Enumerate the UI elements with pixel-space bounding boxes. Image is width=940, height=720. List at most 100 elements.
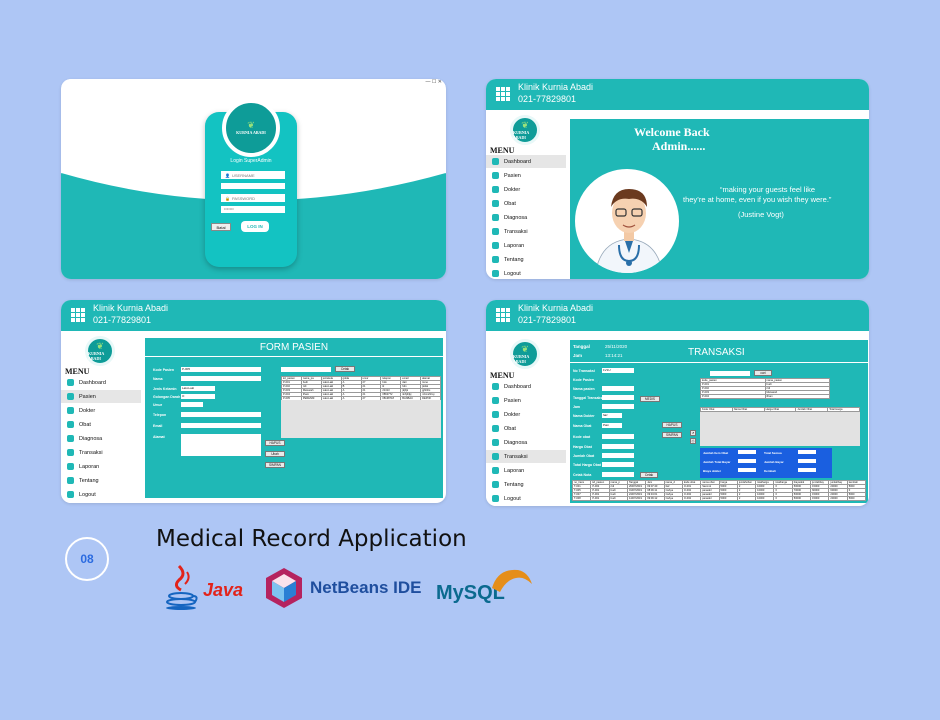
table-cell: Cahya [663, 496, 683, 501]
username-field[interactable]: 👤 USERNAME [221, 171, 285, 179]
refresh-icon[interactable]: ↺ [690, 430, 696, 436]
sidebar-item-diagnosa[interactable]: Diagnosa [61, 432, 141, 445]
kembali-input[interactable] [798, 468, 816, 472]
column-header[interactable]: Harga Obat [763, 407, 797, 412]
sidebar-item-label: Tentang [79, 477, 99, 484]
nama-input[interactable] [181, 376, 261, 381]
sidebar-item-dokter[interactable]: Dokter [61, 404, 141, 417]
sidebar-item-logout[interactable]: Logout [61, 488, 141, 501]
total-harga-obat-input[interactable] [602, 462, 634, 467]
nama-pasien-input[interactable] [602, 386, 634, 391]
clinic-phone: 021-77829801 [93, 315, 152, 325]
jumlah-obat-input[interactable] [602, 453, 634, 458]
jenis-kelamin-select[interactable]: Laki-Laki [181, 386, 215, 391]
sidebar-item-label: Dokter [79, 407, 96, 414]
table-cell: 50000 [791, 496, 812, 501]
kode-obat-input[interactable] [602, 434, 634, 439]
sidebar-item-laporan[interactable]: Laporan [61, 460, 141, 473]
table-cell: panadol [700, 496, 720, 501]
sidebar-item-pasien[interactable]: Pasien [486, 394, 566, 407]
hapus-button[interactable]: HAPUS [662, 422, 682, 428]
sidebar-item-label: Laporan [504, 467, 525, 474]
golongan-darah-select[interactable]: O [181, 394, 215, 399]
simpan-button[interactable]: SIMPAN [662, 432, 682, 438]
table-row[interactable]: T-008 P-001 budi 14/07/2019 09:09:12 Cahya O-0… [571, 496, 867, 501]
cetak-button[interactable]: Cetak [335, 366, 355, 372]
column-header[interactable]: Total Harga [827, 407, 860, 412]
sidebar-item-dashboard[interactable]: Dashboard [61, 376, 141, 389]
sidebar-item-dashboard[interactable]: Dashboard [486, 155, 566, 168]
kode-pasien-input[interactable]: P-005 [181, 367, 261, 372]
sidebar-item-transaksi[interactable]: Transaksi [486, 450, 566, 463]
sidebar-item-transaksi[interactable]: Transaksi [486, 225, 566, 238]
table-row[interactable]: P-004 ilham [700, 394, 830, 399]
ubah-button[interactable]: Ubah [265, 451, 285, 457]
sidebar-item-tentang[interactable]: Tentang [486, 478, 566, 491]
search-input[interactable] [281, 367, 331, 372]
jumlah-bayar-input[interactable] [798, 459, 816, 463]
sidebar-item-diagnosa[interactable]: Diagnosa [486, 436, 566, 449]
login-button[interactable]: LOG IN [241, 221, 269, 232]
biaya-dokter-input[interactable] [738, 468, 756, 472]
pasien-search-input[interactable] [710, 371, 750, 376]
sidebar-item-tentang[interactable]: Tentang [486, 253, 566, 266]
sidebar-item-logout[interactable]: Logout [486, 492, 566, 505]
sidebar-item-dokter[interactable]: Dokter [486, 183, 566, 196]
sidebar-item-logout[interactable]: Logout [486, 267, 566, 279]
password-field[interactable]: 🔒 PASSWORD [221, 194, 285, 202]
jumlah-item-input[interactable] [738, 450, 756, 454]
label-telepon: Telepon [153, 413, 167, 417]
no-transaksi-input[interactable]: 1V1U [602, 368, 634, 373]
tanggal-transaksi-input[interactable] [602, 395, 634, 400]
hapus-button[interactable]: HAPUS [265, 440, 285, 446]
sidebar-item-tentang[interactable]: Tentang [61, 474, 141, 487]
sidebar-item-label: Dokter [504, 411, 521, 418]
sidebar-item-obat[interactable]: Obat [61, 418, 141, 431]
transaksi-table: no_trans kd_pasien nama_p Tanggal Jam nama_d k… [571, 480, 867, 501]
sidebar-item-laporan[interactable]: Laporan [486, 239, 566, 252]
cancel-button[interactable]: Batal [211, 223, 231, 231]
sidebar-item-obat[interactable]: Obat [486, 197, 566, 210]
harga-obat-input[interactable] [602, 444, 634, 449]
medis-button[interactable]: MEDIS [640, 396, 660, 402]
sidebar-item-diagnosa[interactable]: Diagnosa [486, 211, 566, 224]
netbeans-logo: NetBeans IDE [264, 566, 434, 612]
password-input[interactable]: ••••••• [221, 206, 285, 213]
sidebar-item-dokter[interactable]: Dokter [486, 408, 566, 421]
jumlah-total-input[interactable] [738, 459, 756, 463]
print-icon[interactable]: ⎙ [690, 438, 696, 444]
cari-button[interactable]: cari [754, 370, 772, 376]
sidebar-item-laporan[interactable]: Laporan [486, 464, 566, 477]
leaf-icon: ❦ [521, 119, 529, 130]
sidebar-item-label: Diagnosa [504, 439, 528, 446]
column-header[interactable]: Jumlah Obat [795, 407, 829, 412]
label-jenis-kelamin: Jenis Kelamin [153, 387, 177, 391]
sidebar-item-pasien[interactable]: Pasien [486, 169, 566, 182]
cetak-nota-input[interactable] [602, 472, 634, 477]
sidebar-item-label: Logout [504, 270, 521, 277]
simpan-button[interactable]: SIMPAN [265, 462, 285, 468]
label-alamat: Alamat [153, 435, 165, 439]
sidebar-item-dashboard[interactable]: Dashboard [486, 380, 566, 393]
column-header[interactable]: Kode Obat [700, 407, 733, 412]
logo-text: KURNIA ABADI [513, 353, 530, 364]
jam-input[interactable] [602, 404, 634, 409]
alamat-textarea[interactable] [181, 434, 261, 456]
apps-grid-icon[interactable] [71, 308, 85, 322]
sidebar-item-obat[interactable]: Obat [486, 422, 566, 435]
email-input[interactable] [181, 423, 261, 428]
nama-obat-select[interactable]: Pain [602, 423, 622, 428]
apps-grid-icon[interactable] [496, 87, 510, 101]
table-cell: 09:09:12 [645, 496, 665, 501]
apps-grid-icon[interactable] [496, 308, 510, 322]
sidebar-item-pasien[interactable]: Pasien [61, 390, 141, 403]
sidebar-item-transaksi[interactable]: Transaksi [61, 446, 141, 459]
column-header[interactable]: Nama Obat [731, 407, 765, 412]
telepon-input[interactable] [181, 412, 261, 417]
total-semua-input[interactable] [798, 450, 816, 454]
patient-icon [492, 172, 499, 179]
cetak-button[interactable]: Cetak [640, 472, 658, 478]
nama-dokter-select[interactable]: faiz [602, 413, 622, 418]
summary-biaya-dokter: Biaya dokter [703, 469, 722, 473]
umur-input[interactable] [181, 402, 203, 407]
